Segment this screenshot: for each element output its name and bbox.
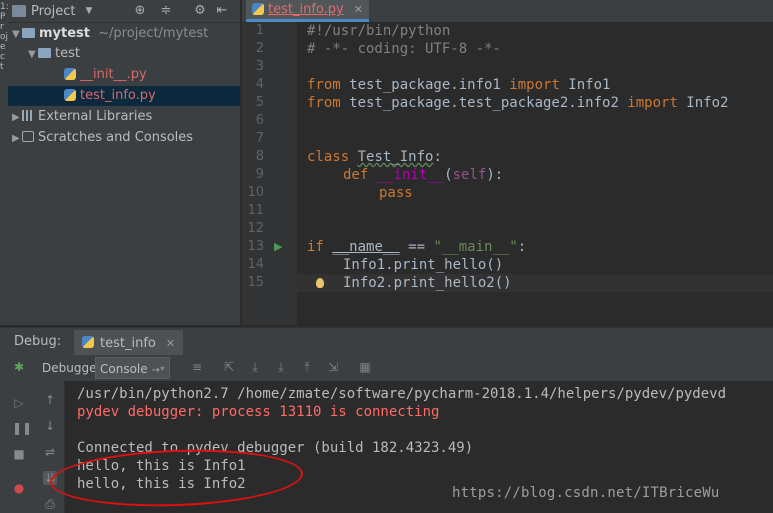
run-icon[interactable]: ▶ [274, 238, 282, 256]
step-over-icon[interactable]: ⤓ [248, 360, 262, 374]
tree-item-label: test_info.py [80, 88, 156, 103]
folder-icon [22, 27, 35, 38]
line-number: 10 [247, 185, 264, 200]
tab-console[interactable]: Console →* [95, 357, 170, 379]
code-line-10: pass [379, 185, 413, 201]
code-line-1: #!/usr/bin/python [307, 23, 451, 39]
tree-item-mytest[interactable]: ▼ mytest ~/project/mytest [8, 24, 240, 44]
tree-item-label: External Libraries [38, 109, 153, 124]
project-panel: Project ▼ ⊕ ≑ ⚙ ⇤ ▼ mytest ~/project/myte… [8, 0, 240, 325]
code-line-13: if __name__ == "__main__": [307, 239, 527, 255]
line-number: 11 [247, 203, 264, 218]
line-number: 1 [255, 23, 264, 38]
expand-arrow-icon[interactable]: ▼ [12, 25, 22, 45]
tree-item-path: ~/project/mytest [98, 26, 209, 41]
tree-item-label: __init__.py [80, 67, 147, 82]
python-file-icon [64, 88, 76, 101]
debug-toolbar: ✱ Debugger Console →* ≡ ⇱ ⤓ ⤓ ⤒ ⇲ ▦ [0, 355, 773, 382]
tree-item-scratches[interactable]: ▶ Scratches and Consoles [8, 128, 240, 148]
python-file-icon [82, 336, 94, 348]
console-line: pydev debugger: process 13110 is connect… [77, 404, 440, 420]
lightbulb-icon[interactable] [316, 278, 324, 288]
project-strip-label: 1:Project [0, 2, 9, 72]
print-icon[interactable]: ⎙ [43, 497, 57, 511]
tree-item-init-py[interactable]: __init__.py [8, 65, 240, 85]
debug-session-label: test_info [100, 335, 156, 351]
gear-icon[interactable]: ⚙ [192, 3, 208, 19]
debug-session-tab[interactable]: test_info ✕ [74, 330, 184, 356]
code-line-4: from test_package.info1 import Info1 [307, 77, 611, 93]
arrow-down-icon[interactable]: ↓ [43, 419, 57, 433]
editor-tab-bar: test_info.py ✕ [242, 0, 773, 23]
collapse-arrow-icon[interactable]: ▶ [12, 108, 22, 128]
editor-gutter[interactable]: 1 2 3 4 5 6 7 8 9 10 11 12 13 14 15 ▶ [242, 22, 297, 325]
python-file-icon [252, 2, 264, 15]
debug-actions-bar: ▷ ❚❚ ■ ● [0, 381, 38, 513]
console-tab-label: Console [100, 362, 148, 376]
bug-icon[interactable]: ✱ [12, 360, 26, 374]
view-breakpoints-icon[interactable]: ● [12, 481, 26, 495]
code-line-15: Info2.print_hello2() [343, 275, 512, 291]
line-number: 6 [255, 113, 264, 128]
menu-icon[interactable]: ≡ [190, 360, 204, 374]
line-number: 2 [255, 41, 264, 56]
package-folder-icon [38, 47, 51, 58]
watermark: https://blog.csdn.net/ITBriceWu [452, 485, 720, 501]
run-to-cursor-icon[interactable]: ⇲ [326, 360, 340, 374]
console-line: /usr/bin/python2.7 /home/zmate/software/… [77, 386, 727, 402]
line-number: 3 [255, 59, 264, 74]
tree-item-label: test [55, 46, 80, 61]
line-number: 14 [247, 257, 264, 272]
line-number: 8 [255, 149, 264, 164]
step-out-icon[interactable]: ⤒ [300, 360, 314, 374]
collapse-arrow-icon[interactable]: ▶ [12, 129, 22, 149]
line-number: 4 [255, 77, 264, 92]
chevron-down-icon[interactable]: ▼ [85, 6, 92, 16]
code-line-8: class Test_Info: [307, 149, 442, 165]
collapse-icon[interactable]: ≑ [158, 3, 174, 19]
code-line-14: Info1.print_hello() [343, 257, 504, 273]
hide-icon[interactable]: ⇤ [214, 3, 230, 19]
python-file-icon [64, 67, 76, 80]
close-icon[interactable]: ✕ [354, 3, 363, 16]
line-number: 12 [247, 221, 264, 236]
tree-item-external-libraries[interactable]: ▶ External Libraries [8, 107, 240, 127]
pause-icon[interactable]: ❚❚ [12, 421, 32, 435]
tree-item-test[interactable]: ▼ test [8, 44, 240, 64]
line-number: 7 [255, 131, 264, 146]
line-number: 13 [247, 239, 264, 254]
project-icon [12, 5, 26, 17]
close-icon[interactable]: ✕ [166, 337, 175, 350]
show-execution-point-icon[interactable]: ⇱ [222, 360, 236, 374]
editor-tab-label: test_info.py [268, 2, 344, 17]
library-icon [22, 110, 34, 121]
tree-item-label: Scratches and Consoles [38, 130, 194, 145]
debug-label: Debug: [14, 334, 62, 349]
project-title[interactable]: Project [31, 4, 75, 19]
project-header: Project ▼ ⊕ ≑ ⚙ ⇤ [8, 0, 240, 23]
evaluate-icon[interactable]: ▦ [358, 360, 372, 374]
tree-item-test-info-py[interactable]: test_info.py [8, 86, 240, 106]
expand-arrow-icon[interactable]: ▼ [28, 45, 38, 65]
target-icon[interactable]: ⊕ [132, 3, 148, 19]
line-number: 9 [255, 167, 264, 182]
tree-item-label: mytest [39, 26, 91, 41]
console-arrow-icon: →* [151, 365, 165, 376]
code-line-9: def __init__(self): [343, 167, 504, 183]
debug-title-bar: Debug: test_info ✕ [0, 327, 773, 356]
scratches-icon [22, 131, 34, 142]
step-into-icon[interactable]: ⤓ [274, 360, 288, 374]
arrow-up-icon[interactable]: ↑ [43, 393, 57, 407]
code-line-5: from test_package.test_package2.info2 im… [307, 95, 729, 111]
stop-icon[interactable]: ■ [12, 447, 26, 461]
editor-tab-test-info[interactable]: test_info.py ✕ [246, 0, 369, 22]
line-number: 5 [255, 95, 264, 110]
code-line-2: # -*- coding: UTF-8 -*- [307, 41, 501, 57]
code-editor[interactable]: #!/usr/bin/python # -*- coding: UTF-8 -*… [297, 22, 773, 325]
line-number: 15 [247, 275, 264, 290]
resume-icon[interactable]: ▷ [12, 396, 26, 410]
soft-wrap-icon[interactable]: ⇌ [43, 445, 57, 459]
